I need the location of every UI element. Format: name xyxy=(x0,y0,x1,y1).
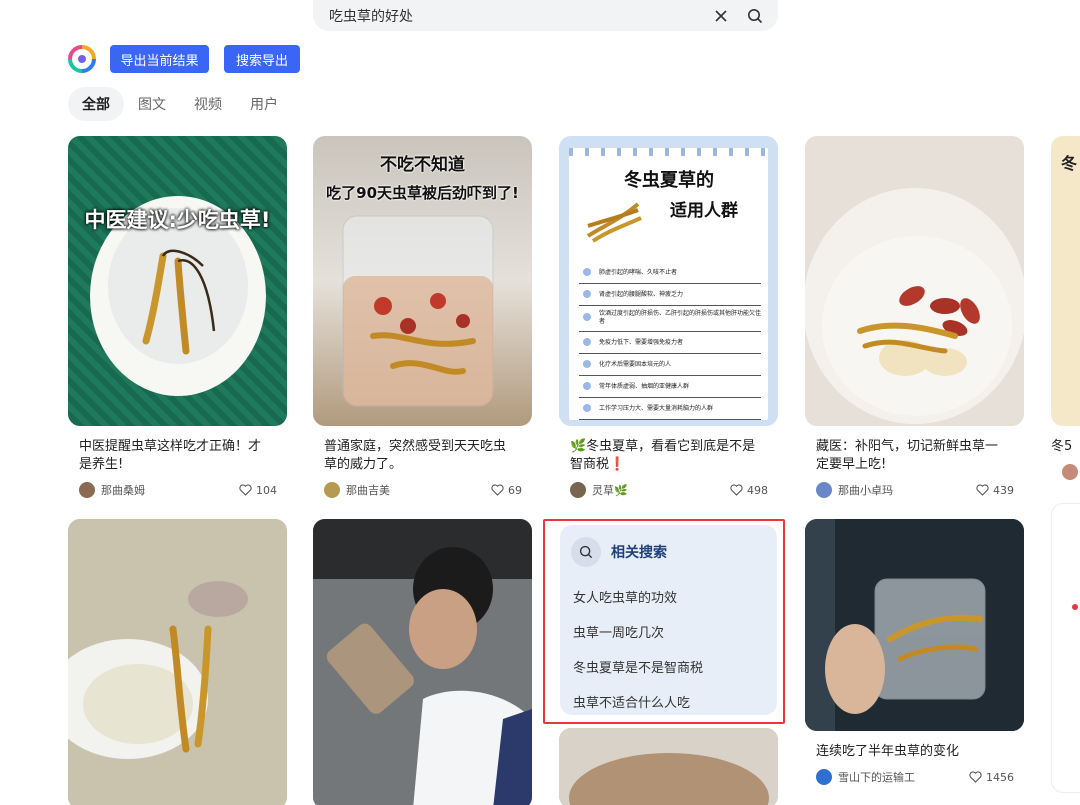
spiral-binding xyxy=(569,148,768,156)
note-meta: 雪山下的运输工 1456 xyxy=(805,769,1024,785)
note-card[interactable]: 中医建议:少吃虫草! 中医提醒虫草这样吃才正确！才是养生! 那曲桑姆 104 xyxy=(68,136,287,498)
search-results-page: 吃虫草的好处 导出当前结果 搜索导出 全部 图文 视频 用户 中医建议:少吃虫草… xyxy=(0,0,1080,805)
note-cover-image[interactable] xyxy=(313,519,532,805)
list-item: 化疗术后需要固本培元的人 xyxy=(579,354,761,376)
suitable-list: 肺虚引起的哮喘、久咳不止者 肾虚引起的腰腿酸软、神疲乏力 饮酒过度引起的肝损伤、… xyxy=(579,262,761,420)
list-item: 肺虚引起的哮喘、久咳不止者 xyxy=(579,262,761,284)
search-input[interactable]: 吃虫草的好处 xyxy=(329,6,698,26)
heart-icon xyxy=(239,484,252,496)
like-count[interactable]: 439 xyxy=(976,484,1014,497)
cover-overlay-text: 吃了90天虫草被后劲吓到了! xyxy=(326,184,519,202)
note-cover-image[interactable]: 冬虫夏草的 适用人群 肺虚引起的哮喘、久咳不止者 肾虚引起的腰腿酸软、神疲乏力 … xyxy=(559,136,778,426)
note-title[interactable]: 中医提醒虫草这样吃才正确！才是养生! xyxy=(68,438,273,474)
note-card[interactable]: 冬虫夏草的 适用人群 肺虚引起的哮喘、久咳不止者 肾虚引起的腰腿酸软、神疲乏力 … xyxy=(559,136,778,498)
cover-overlay-text: 冬 xyxy=(1061,154,1078,173)
note-title[interactable]: 普通家庭，突然感受到天天吃虫草的威力了。 xyxy=(313,438,518,474)
note-cover-image[interactable]: 中医建议:少吃虫草! xyxy=(68,136,287,426)
note-meta: 那曲桑姆 104 xyxy=(68,482,287,498)
tab-image-text[interactable]: 图文 xyxy=(124,87,180,121)
heart-icon xyxy=(730,484,743,496)
note-cover-image[interactable] xyxy=(1051,503,1080,793)
author-name[interactable]: 那曲小卓玛 xyxy=(838,482,976,498)
search-bar[interactable]: 吃虫草的好处 xyxy=(313,0,778,31)
like-count[interactable]: 104 xyxy=(239,484,277,497)
list-item: 常年体质虚弱、抽烟的亚健康人群 xyxy=(579,376,761,398)
infographic-panel: 冬虫夏草的 适用人群 肺虚引起的哮喘、久咳不止者 肾虚引起的腰腿酸软、神疲乏力 … xyxy=(569,148,768,420)
like-count[interactable]: 498 xyxy=(730,484,768,497)
related-search-title: 相关搜索 xyxy=(611,545,667,561)
like-count-value: 1456 xyxy=(986,770,1014,784)
note-meta: 那曲吉美 69 xyxy=(313,482,532,498)
like-count[interactable]: 1456 xyxy=(969,771,1014,784)
like-count-value: 104 xyxy=(256,483,277,497)
author-name[interactable]: 雪山下的运输工 xyxy=(838,769,969,785)
note-cover-image[interactable] xyxy=(559,728,778,805)
tab-users[interactable]: 用户 xyxy=(236,87,292,121)
heart-icon xyxy=(976,484,989,496)
related-search-panel: 相关搜索 女人吃虫草的功效 虫草一周吃几次 冬虫夏草是不是智商税 虫草不适合什么… xyxy=(543,519,785,724)
avatar[interactable] xyxy=(1062,464,1078,480)
cover-overlay-text: 冬虫夏草的 xyxy=(624,170,714,191)
export-current-button[interactable]: 导出当前结果 xyxy=(110,45,209,73)
note-card[interactable] xyxy=(68,519,287,805)
avatar[interactable] xyxy=(570,482,586,498)
note-title[interactable]: 冬5 xyxy=(1051,438,1080,456)
search-icon[interactable] xyxy=(744,5,766,27)
related-search-item[interactable]: 女人吃虫草的功效 xyxy=(560,587,777,606)
note-title[interactable]: 连续吃了半年虫草的变化 xyxy=(805,743,1010,761)
search-export-button[interactable]: 搜索导出 xyxy=(224,45,300,73)
like-count[interactable]: 69 xyxy=(491,484,522,497)
list-item: 肾虚引起的腰腿酸软、神疲乏力 xyxy=(579,284,761,306)
clear-icon[interactable] xyxy=(710,5,732,27)
list-item: 饮酒过度引起的肝损伤、乙肝引起的肝损伤或其他肝功能欠佳者 xyxy=(579,306,761,332)
cordyceps-illustration xyxy=(586,202,642,243)
cover-overlay-text: 不吃不知道 xyxy=(380,155,465,175)
note-cover-image[interactable]: 不吃不知道 吃了90天虫草被后劲吓到了! xyxy=(313,136,532,426)
related-search-item[interactable]: 虫草不适合什么人吃 xyxy=(560,692,777,711)
note-meta: 那曲小卓玛 439 xyxy=(805,482,1024,498)
author-name[interactable]: 灵草🌿 xyxy=(592,482,730,498)
cover-overlay-text: 中医建议:少吃虫草! xyxy=(84,208,271,232)
tab-video[interactable]: 视频 xyxy=(180,87,236,121)
author-name[interactable]: 那曲桑姆 xyxy=(101,482,239,498)
avatar[interactable] xyxy=(324,482,340,498)
app-logo-icon xyxy=(68,45,96,73)
related-search-card: 相关搜索 女人吃虫草的功效 虫草一周吃几次 冬虫夏草是不是智商税 虫草不适合什么… xyxy=(560,525,777,715)
heart-icon xyxy=(969,771,982,783)
related-search-item[interactable]: 冬虫夏草是不是智商税 xyxy=(560,657,777,676)
avatar[interactable] xyxy=(816,769,832,785)
filter-tabs: 全部 图文 视频 用户 xyxy=(68,87,292,121)
note-cover-image[interactable] xyxy=(805,519,1024,731)
note-title[interactable]: 藏医：补阳气，切记新鲜虫草一定要早上吃! xyxy=(805,438,1010,474)
note-meta: 灵草🌿 498 xyxy=(559,482,778,498)
note-card[interactable] xyxy=(559,728,778,805)
note-card[interactable]: 藏医：补阳气，切记新鲜虫草一定要早上吃! 那曲小卓玛 439 xyxy=(805,136,1024,498)
cover-overlay-text: 适用人群 xyxy=(670,201,738,221)
avatar[interactable] xyxy=(79,482,95,498)
note-title[interactable]: 🌿冬虫夏草，看看它到底是不是智商税❗ xyxy=(559,438,764,474)
avatar[interactable] xyxy=(816,482,832,498)
note-cover-image[interactable]: 冬 xyxy=(1051,136,1080,426)
note-card[interactable]: 冬 冬5 xyxy=(1051,136,1080,480)
note-cover-image[interactable] xyxy=(805,136,1024,426)
like-count-value: 439 xyxy=(993,483,1014,497)
list-item: 免疫力低下、需要增强免疫力者 xyxy=(579,332,761,354)
search-icon xyxy=(571,537,601,567)
related-search-item[interactable]: 虫草一周吃几次 xyxy=(560,622,777,641)
note-card[interactable] xyxy=(1051,503,1080,793)
note-meta xyxy=(1051,464,1080,480)
heart-icon xyxy=(491,484,504,496)
note-card[interactable]: 不吃不知道 吃了90天虫草被后劲吓到了! 普通家庭，突然感受到天天吃虫草的威力了… xyxy=(313,136,532,498)
note-card[interactable]: 连续吃了半年虫草的变化 雪山下的运输工 1456 xyxy=(805,519,1024,785)
note-cover-image[interactable] xyxy=(68,519,287,805)
related-search-header: 相关搜索 xyxy=(560,537,777,567)
like-count-value: 498 xyxy=(747,483,768,497)
author-name[interactable]: 那曲吉美 xyxy=(346,482,491,498)
tab-all[interactable]: 全部 xyxy=(68,87,124,121)
note-card[interactable] xyxy=(313,519,532,805)
list-item: 工作学习压力大、需要大量消耗脑力的人群 xyxy=(579,398,761,420)
like-count-value: 69 xyxy=(508,483,522,497)
